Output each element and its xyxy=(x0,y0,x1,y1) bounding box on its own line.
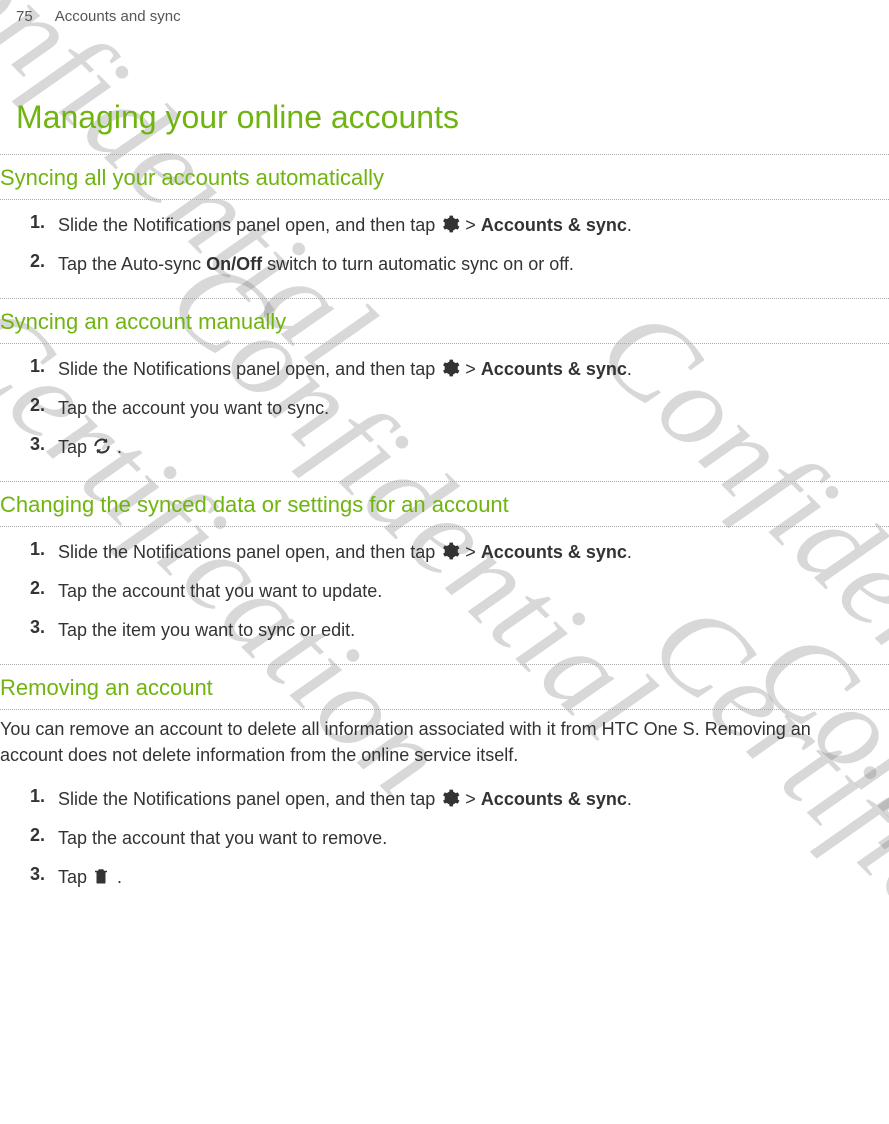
section-remove: Removing an account You can remove an ac… xyxy=(0,665,889,911)
list-item: 2. Tap the account you want to sync. xyxy=(0,389,889,428)
list-item: 1. Slide the Notifications panel open, a… xyxy=(0,350,889,389)
list-item: 1. Slide the Notifications panel open, a… xyxy=(0,533,889,572)
step-number: 1. xyxy=(30,786,58,807)
page-title: Managing your online accounts xyxy=(0,29,889,154)
page-number: 75 xyxy=(16,8,33,25)
section-title-sync-all: Syncing all your accounts automatically xyxy=(0,155,889,199)
step-text: > xyxy=(465,215,481,235)
step-text: . xyxy=(117,867,122,887)
list-item: 2. Tap the account that you want to upda… xyxy=(0,572,889,611)
step-text: Tap the item you want to sync or edit. xyxy=(58,617,889,644)
list-item: 2. Tap the account that you want to remo… xyxy=(0,819,889,858)
step-number: 3. xyxy=(30,617,58,638)
step-text: Slide the Notifications panel open, and … xyxy=(58,542,440,562)
step-number: 2. xyxy=(30,578,58,599)
section-sync-all: Syncing all your accounts automatically … xyxy=(0,155,889,298)
gear-icon xyxy=(440,358,460,378)
step-text: Tap the account that you want to remove. xyxy=(58,825,889,852)
step-text-bold: Accounts & sync xyxy=(481,789,627,809)
step-text: Tap xyxy=(58,437,92,457)
step-text-bold: Accounts & sync xyxy=(481,542,627,562)
step-text: Tap xyxy=(58,867,92,887)
step-number: 2. xyxy=(30,395,58,416)
page-header: 75 Accounts and sync xyxy=(0,0,889,29)
step-number: 1. xyxy=(30,356,58,377)
step-text: Slide the Notifications panel open, and … xyxy=(58,789,440,809)
section-change-settings: Changing the synced data or settings for… xyxy=(0,482,889,664)
section-intro: You can remove an account to delete all … xyxy=(0,710,889,774)
step-text: > xyxy=(465,542,481,562)
list-item: 3. Tap . xyxy=(0,858,889,897)
step-text-bold: Accounts & sync xyxy=(481,215,627,235)
step-text-bold: On/Off xyxy=(206,254,262,274)
step-number: 1. xyxy=(30,539,58,560)
list-item: 3. Tap the item you want to sync or edit… xyxy=(0,611,889,650)
step-text: . xyxy=(627,359,632,379)
step-text: Tap the account that you want to update. xyxy=(58,578,889,605)
section-title-sync-manual: Syncing an account manually xyxy=(0,299,889,343)
step-number: 2. xyxy=(30,825,58,846)
step-text: Slide the Notifications panel open, and … xyxy=(58,359,440,379)
step-number: 3. xyxy=(30,434,58,455)
step-text: > xyxy=(465,789,481,809)
step-text-bold: Accounts & sync xyxy=(481,359,627,379)
step-number: 1. xyxy=(30,212,58,233)
step-text: switch to turn automatic sync on or off. xyxy=(262,254,574,274)
step-text: . xyxy=(627,542,632,562)
section-title-remove: Removing an account xyxy=(0,665,889,709)
list-item: 2. Tap the Auto-sync On/Off switch to tu… xyxy=(0,245,889,284)
step-text: Tap the account you want to sync. xyxy=(58,395,889,422)
list-item: 3. Tap . xyxy=(0,428,889,467)
list-item: 1. Slide the Notifications panel open, a… xyxy=(0,780,889,819)
list-item: 1. Slide the Notifications panel open, a… xyxy=(0,206,889,245)
gear-icon xyxy=(440,788,460,808)
gear-icon xyxy=(440,541,460,561)
step-text: . xyxy=(627,215,632,235)
step-number: 3. xyxy=(30,864,58,885)
section-title-change-settings: Changing the synced data or settings for… xyxy=(0,482,889,526)
sync-icon xyxy=(92,436,112,456)
breadcrumb: Accounts and sync xyxy=(55,8,181,25)
step-text: > xyxy=(465,359,481,379)
trash-icon xyxy=(92,866,112,886)
step-text: . xyxy=(117,437,122,457)
step-text: Slide the Notifications panel open, and … xyxy=(58,215,440,235)
step-text: . xyxy=(627,789,632,809)
section-sync-manual: Syncing an account manually 1. Slide the… xyxy=(0,299,889,481)
step-text: Tap the Auto-sync xyxy=(58,254,206,274)
step-number: 2. xyxy=(30,251,58,272)
gear-icon xyxy=(440,214,460,234)
